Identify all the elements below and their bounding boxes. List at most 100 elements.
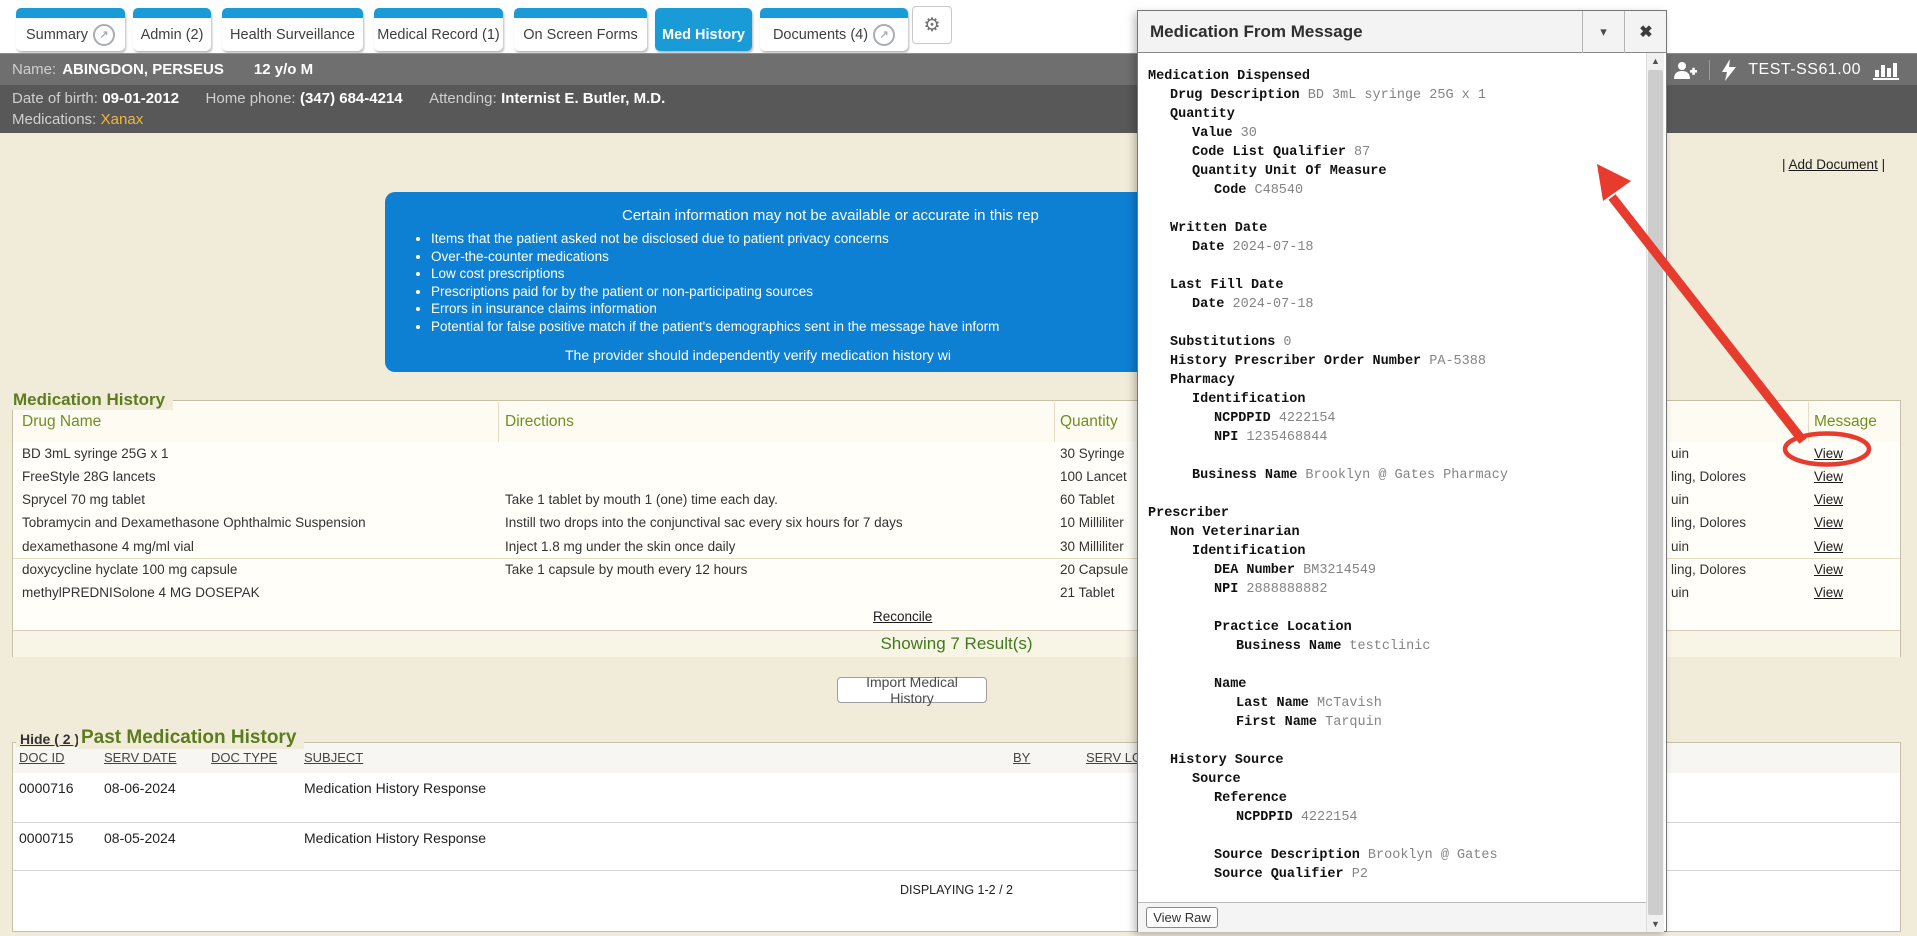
view-message-link[interactable]: View	[1814, 585, 1843, 600]
modal-line: NCPDPID 4222154	[1138, 810, 1645, 829]
cell-drug-name: dexamethasone 4 mg/ml vial	[22, 539, 194, 554]
medications-value[interactable]: Xanax	[101, 111, 144, 128]
field-value: Brooklyn @ Gates	[1360, 848, 1498, 863]
scroll-up-button[interactable]: ▲	[1647, 53, 1664, 69]
field-label: Last Fill Date	[1170, 278, 1283, 293]
past-col-doc-id[interactable]: DOC ID	[19, 750, 65, 765]
field-label: Value	[1192, 126, 1233, 141]
view-message-link[interactable]: View	[1814, 562, 1843, 577]
field-value: 4222154	[1271, 411, 1336, 426]
modal-blank-line	[1138, 658, 1645, 677]
field-label: Non Veterinarian	[1170, 525, 1300, 540]
hide-link[interactable]: Hide ( 2 )	[16, 731, 83, 747]
view-message-link[interactable]: View	[1814, 539, 1843, 554]
tab-on-screen-forms[interactable]: On Screen Forms	[514, 8, 647, 51]
field-label: Date	[1192, 240, 1224, 255]
modal-line: Last Name McTavish	[1138, 696, 1645, 715]
import-medical-history-button[interactable]: Import Medical History	[837, 677, 987, 703]
medication-history-legend: Medication History	[10, 390, 173, 410]
view-message-link[interactable]: View	[1814, 515, 1843, 530]
patient-age-sex: 12 y/o M	[254, 61, 313, 78]
cell-prescriber-fragment: ling, Dolores	[1671, 469, 1746, 484]
notice-bullet: Over-the-counter medications	[431, 248, 999, 266]
close-button[interactable]: ✖	[1624, 11, 1667, 53]
cell-quantity: 100 Lancet	[1060, 469, 1127, 484]
modal-blank-line	[1138, 449, 1645, 468]
cell-prescriber-fragment: uin	[1671, 585, 1689, 600]
modal-blank-line	[1138, 734, 1645, 753]
field-label: Substitutions	[1170, 335, 1275, 350]
field-value: BD 3mL syringe 25G x 1	[1300, 88, 1486, 103]
dob-value: 09-01-2012	[102, 90, 179, 107]
field-label: NCPDPID	[1214, 411, 1271, 426]
tab-health-surveillance[interactable]: Health Surveillance	[222, 8, 363, 51]
view-message-link[interactable]: View	[1814, 446, 1843, 461]
modal-scrollbar[interactable]: ▲ ▼	[1646, 53, 1664, 932]
modal-blank-line	[1138, 202, 1645, 221]
past-col-by[interactable]: BY	[1013, 750, 1030, 765]
cell-prescriber-fragment: uin	[1671, 539, 1689, 554]
scrollbar-thumb[interactable]	[1648, 70, 1663, 915]
cell-doc-id: 0000715	[19, 830, 74, 846]
field-label: First Name	[1236, 715, 1317, 730]
field-label: Prescriber	[1148, 506, 1229, 521]
field-label: Quantity Unit Of Measure	[1192, 164, 1386, 179]
lightning-icon[interactable]	[1722, 59, 1736, 81]
tab-documents-4[interactable]: Documents (4) ↗	[760, 8, 908, 51]
view-message-link[interactable]: View	[1814, 492, 1843, 507]
view-message-link[interactable]: View	[1814, 469, 1843, 484]
modal-blank-line	[1138, 829, 1645, 848]
past-col-serv-date[interactable]: SERV DATE	[104, 750, 176, 765]
screen: Summary↗Admin (2) Health Surveillance Medi…	[0, 0, 1917, 936]
modal-line: Reference	[1138, 791, 1645, 810]
external-link-icon[interactable]: ↗	[873, 24, 895, 46]
modal-line: Date 2024-07-18	[1138, 297, 1645, 316]
past-col-subject[interactable]: SUBJECT	[304, 750, 363, 765]
tab-admin-2[interactable]: Admin (2)	[133, 8, 211, 51]
medications-label: Medications:	[12, 111, 96, 128]
modal-blank-line	[1138, 316, 1645, 335]
field-label: History Source	[1170, 753, 1283, 768]
field-value: testclinic	[1341, 639, 1430, 654]
add-document-link[interactable]: Add Document	[1789, 157, 1878, 172]
notice-footer: The provider should independently verify…	[565, 347, 951, 363]
modal-title-bar[interactable]: Medication From Message ▾ ✖	[1138, 11, 1666, 53]
field-label: Source	[1192, 772, 1241, 787]
external-link-icon[interactable]: ↗	[93, 24, 115, 46]
modal-line: Value 30	[1138, 126, 1645, 145]
field-label: Source Description	[1214, 848, 1360, 863]
tab-med-history[interactable]: Med History	[655, 8, 752, 51]
field-label: NCPDPID	[1236, 810, 1293, 825]
tab-label: Medical Record (1)	[377, 27, 500, 43]
past-col-doc-type[interactable]: DOC TYPE	[211, 750, 277, 765]
dob-label: Date of birth:	[12, 90, 98, 107]
view-raw-button[interactable]: View Raw	[1146, 907, 1218, 928]
medication-from-message-modal: Medication From Message ▾ ✖ Medication D…	[1137, 10, 1667, 932]
cell-doc-id: 0000716	[19, 780, 74, 796]
cell-directions: Take 1 capsule by mouth every 12 hours	[505, 562, 747, 577]
field-label: Code	[1214, 183, 1246, 198]
add-user-icon[interactable]	[1673, 60, 1697, 80]
field-value: Tarquin	[1317, 715, 1382, 730]
field-label: Code List Qualifier	[1192, 145, 1346, 160]
tab-label: Documents (4)	[773, 27, 868, 43]
notice-bullet-list: Items that the patient asked not be disc…	[399, 230, 999, 335]
tab-medical-record-1[interactable]: Medical Record (1)	[374, 8, 503, 51]
phone-value: (347) 684-4214	[300, 90, 403, 107]
modal-line: NCPDPID 4222154	[1138, 411, 1645, 430]
collapse-button[interactable]: ▾	[1582, 11, 1624, 53]
modal-line: Code C48540	[1138, 183, 1645, 202]
bar-chart-icon[interactable]	[1873, 60, 1899, 80]
pipe: |	[1878, 157, 1885, 172]
settings-button[interactable]: ⚙	[912, 6, 952, 44]
field-value: 2024-07-18	[1224, 297, 1313, 312]
field-value: 2888888882	[1238, 582, 1327, 597]
reconcile-link[interactable]: Reconcile	[873, 609, 932, 624]
cell-prescriber-fragment: uin	[1671, 446, 1689, 461]
tab-summary[interactable]: Summary↗	[16, 8, 125, 51]
tab-label: On Screen Forms	[523, 27, 637, 43]
scroll-down-button[interactable]: ▼	[1647, 916, 1664, 932]
modal-line: Quantity Unit Of Measure	[1138, 164, 1645, 183]
past-col-serv-lo[interactable]: SERV LO	[1086, 750, 1142, 765]
cell-subject: Medication History Response	[304, 830, 486, 846]
